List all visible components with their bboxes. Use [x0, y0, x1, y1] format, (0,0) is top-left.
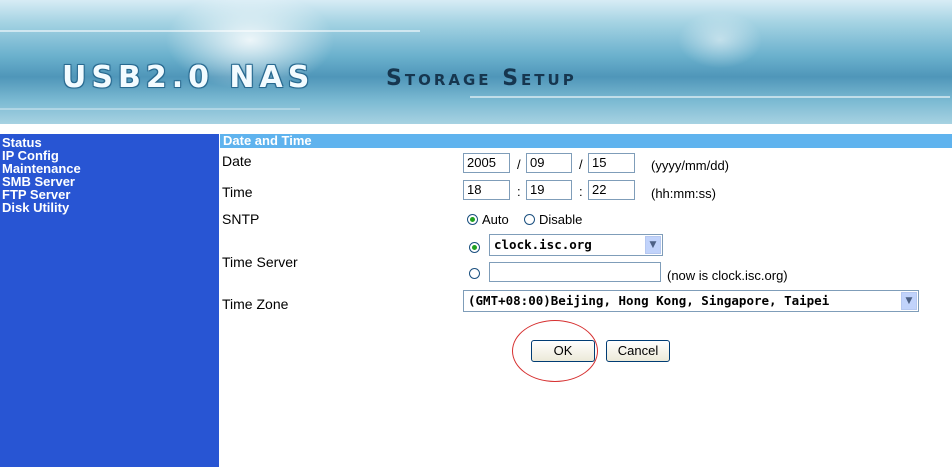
banner-streak: [470, 96, 950, 98]
sntp-label: SNTP: [222, 211, 260, 227]
sidebar-item-disk-utility[interactable]: Disk Utility: [2, 201, 219, 214]
date-format-hint: (yyyy/mm/dd): [651, 158, 729, 173]
time-hour-input[interactable]: 18: [463, 180, 510, 200]
banner-subtitle: Storage Setup: [386, 66, 577, 91]
time-server-current-note: (now is clock.isc.org): [667, 268, 788, 283]
date-separator: /: [517, 157, 521, 172]
ok-button[interactable]: OK: [531, 340, 595, 362]
section-title: Date and Time: [220, 134, 952, 148]
cancel-button[interactable]: Cancel: [606, 340, 670, 362]
time-server-select[interactable]: clock.isc.org ▼: [489, 234, 663, 256]
time-server-label: Time Server: [222, 254, 298, 270]
sntp-auto-label: Auto: [482, 212, 509, 227]
banner-streak: [0, 108, 300, 110]
time-minute-input[interactable]: 19: [526, 180, 572, 200]
time-server-custom-radio[interactable]: [469, 268, 480, 279]
time-format-hint: (hh:mm:ss): [651, 186, 716, 201]
date-separator: /: [579, 157, 583, 172]
time-second-input[interactable]: 22: [588, 180, 635, 200]
time-zone-select[interactable]: (GMT+08:00)Beijing, Hong Kong, Singapore…: [463, 290, 919, 312]
time-server-list-radio[interactable]: [469, 242, 480, 253]
date-day-input[interactable]: 15: [588, 153, 635, 173]
time-server-select-value: clock.isc.org: [494, 237, 592, 252]
time-zone-select-value: (GMT+08:00)Beijing, Hong Kong, Singapore…: [468, 293, 830, 308]
time-zone-label: Time Zone: [222, 296, 289, 312]
header-banner: USB2.0 NAS Storage Setup: [0, 0, 952, 124]
banner-product-title: USB2.0 NAS: [62, 60, 315, 95]
time-server-custom-input[interactable]: [489, 262, 661, 282]
time-separator: :: [579, 184, 583, 199]
time-label: Time: [222, 184, 253, 200]
sntp-auto-radio[interactable]: [467, 214, 478, 225]
sntp-disable-radio[interactable]: [524, 214, 535, 225]
date-label: Date: [222, 153, 252, 169]
date-month-input[interactable]: 09: [526, 153, 572, 173]
sidebar-nav: Status IP Config Maintenance SMB Server …: [0, 134, 219, 467]
date-year-input[interactable]: 2005: [463, 153, 510, 173]
chevron-down-icon[interactable]: ▼: [645, 236, 661, 254]
sntp-disable-label: Disable: [539, 212, 583, 227]
chevron-down-icon[interactable]: ▼: [901, 292, 917, 310]
banner-streak: [0, 30, 420, 32]
time-separator: :: [517, 184, 521, 199]
